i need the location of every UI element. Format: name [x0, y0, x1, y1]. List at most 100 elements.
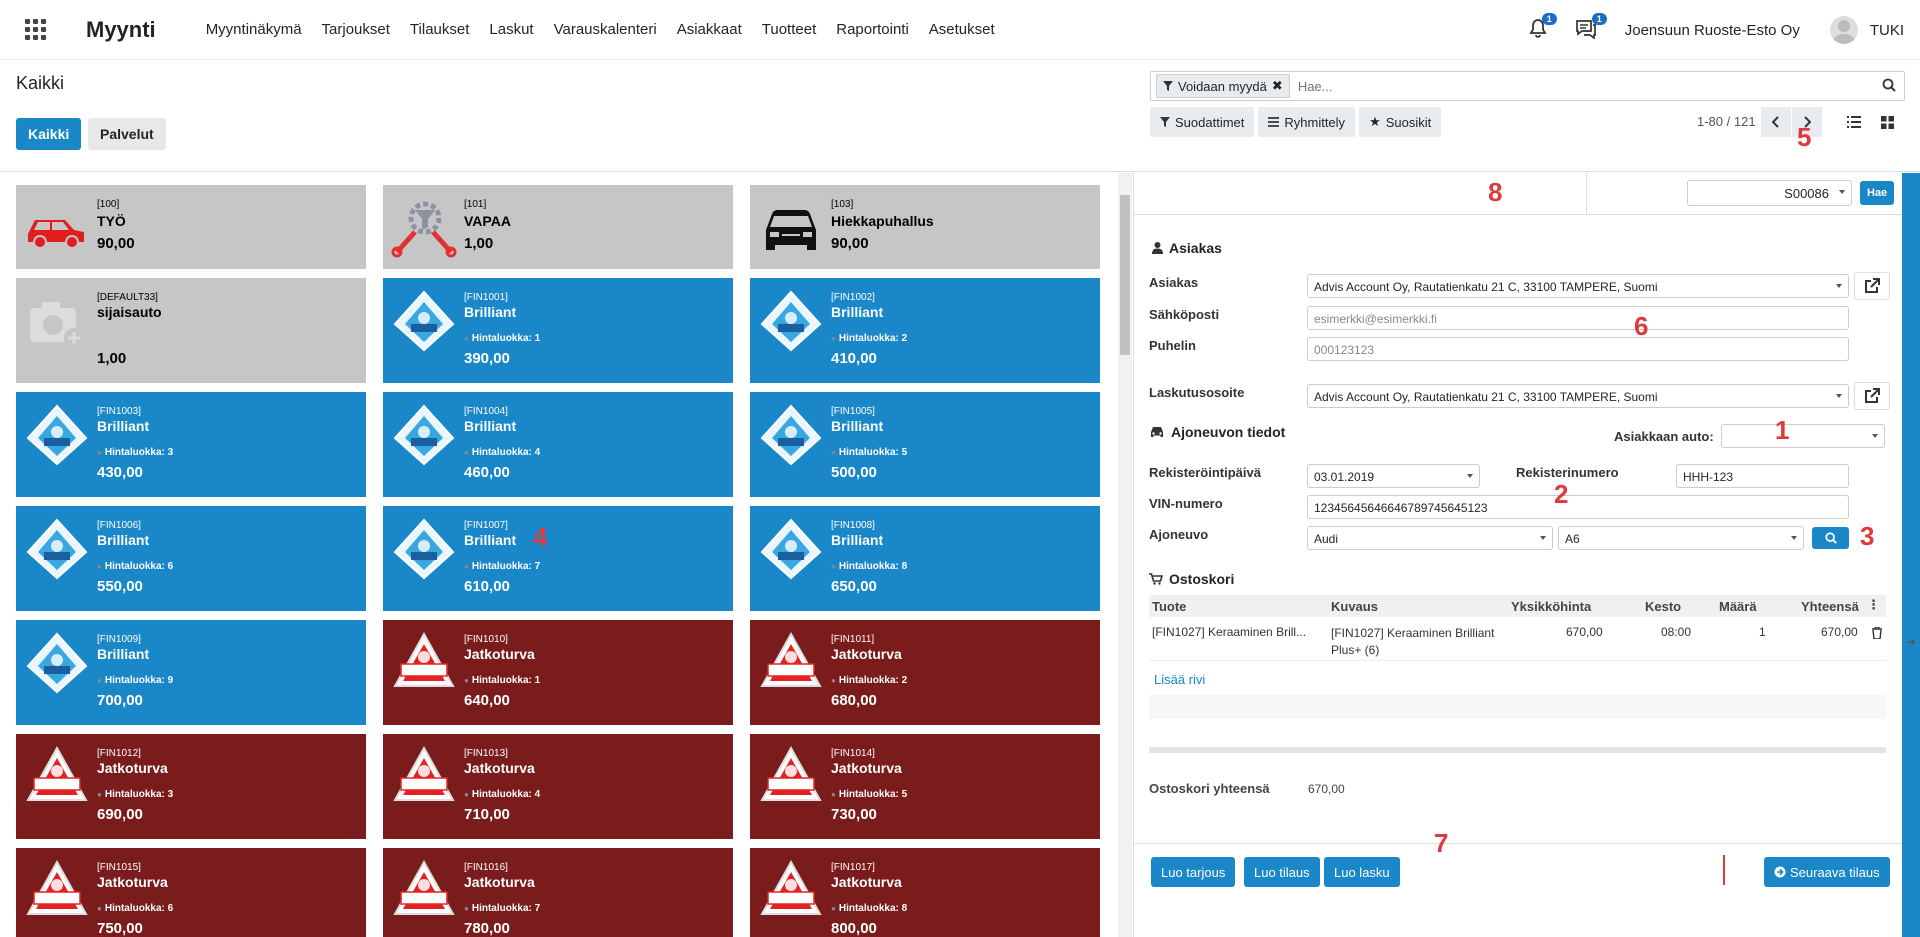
menu-item-asiakkaat[interactable]: Asiakkaat	[667, 21, 752, 38]
tab-palvelut[interactable]: Palvelut	[88, 118, 166, 150]
search-input[interactable]	[1297, 78, 1904, 94]
billing-address-select[interactable]: Advis Account Oy, Rautatienkatu 21 C, 33…	[1307, 384, 1849, 408]
product-name: Brilliant	[97, 532, 150, 548]
product-card[interactable]: [FIN1001]Brilliant Hintaluokka: 1 390,00	[383, 278, 733, 383]
product-price: 750,00	[97, 920, 143, 937]
menu-item-tuotteet[interactable]: Tuotteet	[752, 21, 826, 38]
phone-field[interactable]: 000123123	[1307, 337, 1849, 361]
vehicle-label: Ajoneuvo	[1149, 527, 1209, 542]
product-price-class: Hintaluokka: 7	[464, 561, 540, 572]
brilliant-logo-icon	[24, 402, 90, 468]
favorites-button[interactable]: ★ Suosikit	[1359, 107, 1442, 137]
vehicle-search-button[interactable]	[1812, 527, 1849, 549]
order-number-select[interactable]: S00086	[1687, 180, 1852, 206]
menu-item-laskut[interactable]: Laskut	[479, 21, 543, 38]
phone-label: Puhelin	[1149, 338, 1196, 353]
add-row-link[interactable]: Lisää rivi	[1154, 672, 1205, 687]
menu-item-myyntinakyma[interactable]: Myyntinäkymä	[196, 21, 312, 38]
customer-select[interactable]: Advis Account Oy, Rautatienkatu 21 C, 33…	[1307, 274, 1849, 298]
create-invoice-button[interactable]: Luo lasku	[1324, 857, 1400, 887]
cart-total-value: 670,00	[1308, 782, 1345, 796]
product-card[interactable]: [DEFAULT33] sijaisauto 1,00	[16, 278, 366, 383]
avatar[interactable]	[1829, 16, 1858, 44]
product-price-class: Hintaluokka: 3	[97, 447, 173, 458]
customer-label: Asiakas	[1149, 275, 1199, 290]
product-card[interactable]: [FIN1009]Brilliant Hintaluokka: 9 700,00	[16, 620, 366, 725]
product-card[interactable]: [FIN1002]Brilliant Hintaluokka: 2 410,00	[750, 278, 1100, 383]
customer-car-select[interactable]	[1721, 424, 1885, 448]
product-card[interactable]: [FIN1014]Jatkoturva Hintaluokka: 5 730,00	[750, 734, 1100, 839]
tab-kaikki[interactable]: Kaikki	[16, 118, 82, 150]
pager-previous-button[interactable]	[1761, 107, 1791, 137]
product-card[interactable]: [FIN1011]Jatkoturva Hintaluokka: 2 680,00	[750, 620, 1100, 725]
product-card[interactable]: [103] Hiekkapuhallus 90,00	[750, 185, 1100, 269]
menu-item-varauskalenteri[interactable]: Varauskalenteri	[544, 21, 667, 38]
notifications-button[interactable]: 1	[1529, 12, 1557, 42]
open-customer-button[interactable]	[1854, 272, 1890, 300]
company-switcher[interactable]: Joensuun Ruoste-Esto Oy	[1625, 22, 1800, 39]
apps-menu-button[interactable]	[0, 0, 70, 60]
product-card[interactable]: [101] VAPAA 1,00	[383, 185, 733, 269]
user-menu[interactable]: TUKI	[1870, 22, 1904, 39]
product-card[interactable]: [100] TYÖ 90,00	[16, 185, 366, 269]
cart-divider	[1149, 747, 1886, 753]
billing-address-value: Advis Account Oy, Rautatienkatu 21 C, 33…	[1314, 390, 1658, 404]
groupby-button[interactable]: Ryhmittely	[1258, 107, 1356, 137]
product-grid-scrollbar[interactable]	[1118, 173, 1132, 937]
messages-button[interactable]: 1	[1575, 12, 1607, 42]
menu-item-asetukset[interactable]: Asetukset	[919, 21, 1005, 38]
product-card[interactable]: [FIN1004]Brilliant Hintaluokka: 4 460,00	[383, 392, 733, 497]
menu-item-tilaukset[interactable]: Tilaukset	[400, 21, 479, 38]
product-card[interactable]: [FIN1013]Jatkoturva Hintaluokka: 4 710,00	[383, 734, 733, 839]
product-card[interactable]: [FIN1005]Brilliant Hintaluokka: 5 500,00	[750, 392, 1100, 497]
product-price-class: Hintaluokka: 2	[831, 675, 907, 686]
list-view-button[interactable]	[1839, 107, 1869, 137]
grid-icon	[24, 19, 46, 40]
facet-remove-icon[interactable]: ✖	[1272, 78, 1283, 94]
car-icon	[1151, 427, 1163, 437]
app-brand[interactable]: Myynti	[86, 17, 156, 43]
cart-col-unit-price: Yksikköhinta	[1511, 599, 1592, 614]
search-icon[interactable]	[1882, 78, 1896, 92]
product-card[interactable]: [FIN1015]Jatkoturva Hintaluokka: 6 750,00	[16, 848, 366, 937]
product-price: 650,00	[831, 578, 877, 595]
product-price: 550,00	[97, 578, 143, 595]
product-price: 730,00	[831, 806, 877, 823]
product-card[interactable]: [FIN1007]Brilliant Hintaluokka: 7 610,00	[383, 506, 733, 611]
registration-number-field[interactable]: HHH-123	[1676, 464, 1849, 488]
create-order-button[interactable]: Luo tilaus	[1244, 857, 1320, 887]
star-icon: ★	[1369, 114, 1381, 129]
product-card[interactable]: [FIN1008]Brilliant Hintaluokka: 8 650,00	[750, 506, 1100, 611]
brilliant-logo-icon	[24, 630, 90, 696]
next-order-button[interactable]: Seuraava tilaus	[1764, 857, 1890, 887]
pager-value[interactable]: 1-80 / 121	[1697, 114, 1756, 129]
column-options-icon[interactable]: ⋮	[1867, 597, 1880, 613]
email-field[interactable]: esimerkki@esimerkki.fi	[1307, 306, 1849, 330]
scrollbar-thumb[interactable]	[1120, 195, 1130, 355]
table-row[interactable]: [FIN1027] Keraaminen Brill... [FIN1027] …	[1149, 619, 1886, 661]
product-card[interactable]: [FIN1016]Jatkoturva Hintaluokka: 7 780,00	[383, 848, 733, 937]
product-card[interactable]: [FIN1006]Brilliant Hintaluokka: 6 550,00	[16, 506, 366, 611]
menu-item-tarjoukset[interactable]: Tarjoukset	[312, 21, 400, 38]
vehicle-model-select[interactable]: A6	[1558, 526, 1804, 550]
open-billing-address-button[interactable]	[1854, 382, 1890, 410]
registration-date-field[interactable]: 03.01.2019	[1307, 464, 1480, 488]
filters-button[interactable]: Suodattimet	[1150, 107, 1255, 137]
menu-item-raportointi[interactable]: Raportointi	[826, 21, 919, 38]
fetch-order-button[interactable]: Hae	[1860, 181, 1895, 205]
product-card[interactable]: [FIN1003]Brilliant Hintaluokka: 3 430,00	[16, 392, 366, 497]
product-code: [FIN1013]	[464, 748, 508, 759]
product-price-class: Hintaluokka: 1	[464, 333, 540, 344]
kanban-view-button[interactable]	[1872, 107, 1902, 137]
product-card[interactable]: [FIN1012]Jatkoturva Hintaluokka: 3 690,00	[16, 734, 366, 839]
trash-icon[interactable]	[1872, 627, 1882, 639]
vin-field[interactable]: 12345645646646789745645123	[1307, 495, 1849, 519]
product-price: 90,00	[831, 235, 869, 252]
create-quote-button[interactable]: Luo tarjous	[1151, 857, 1236, 887]
registration-number-label: Rekisterinumero	[1516, 465, 1619, 480]
vehicle-make-select[interactable]: Audi	[1307, 526, 1553, 550]
product-card[interactable]: [FIN1017]Jatkoturva Hintaluokka: 8 800,00	[750, 848, 1100, 937]
product-card[interactable]: [FIN1010]Jatkoturva Hintaluokka: 1 640,00	[383, 620, 733, 725]
side-panel-toggle[interactable]: ➔	[1902, 173, 1920, 937]
product-name: Brilliant	[831, 418, 884, 434]
